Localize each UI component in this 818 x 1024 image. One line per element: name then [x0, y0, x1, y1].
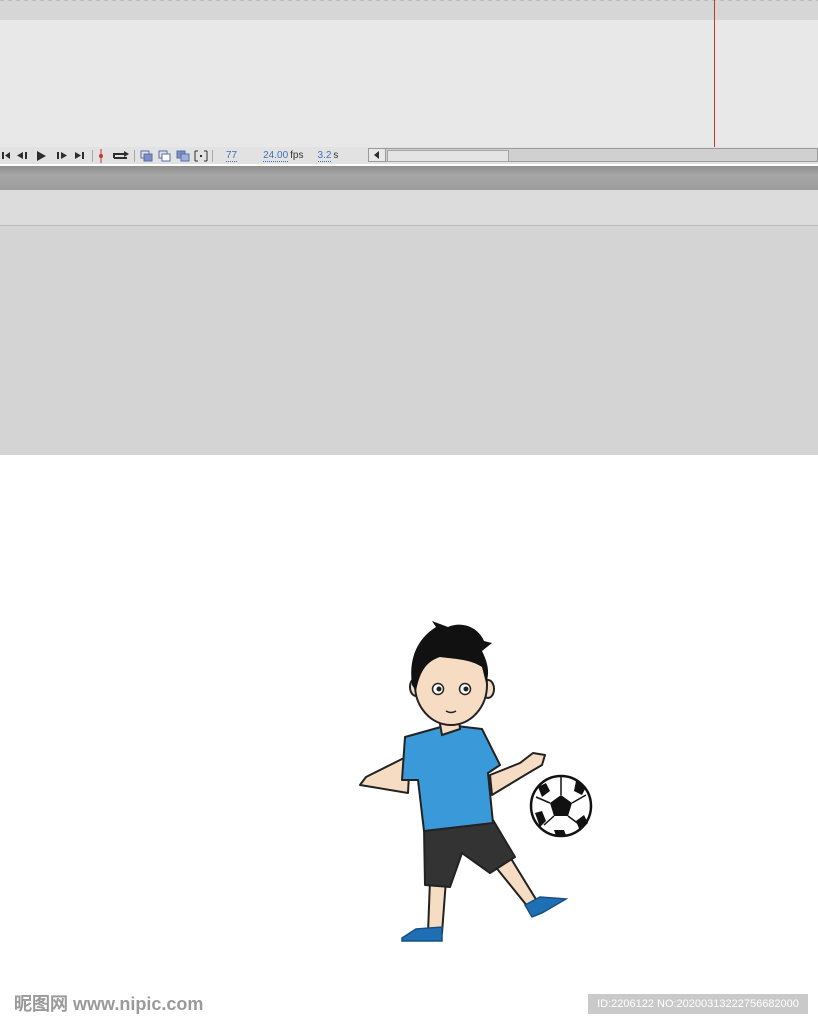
boy-kicking-soccer-ball-illustration	[359, 621, 593, 942]
step-forward-icon[interactable]	[56, 149, 68, 163]
shirt	[401, 724, 501, 832]
panel-divider[interactable]	[0, 166, 818, 190]
go-to-last-icon[interactable]	[74, 149, 86, 163]
separator	[92, 149, 93, 162]
scrollbar-thumb[interactable]	[387, 150, 509, 162]
frame-rate-value[interactable]: 24.00	[263, 150, 289, 162]
current-frame-value[interactable]: 77	[226, 150, 238, 162]
timeline-horizontal-scrollbar[interactable]	[368, 148, 818, 162]
edit-multiple-frames-icon[interactable]	[176, 149, 190, 163]
timeline-header	[0, 0, 818, 21]
step-back-icon[interactable]	[16, 149, 28, 163]
center-frame-icon[interactable]	[98, 148, 104, 163]
separator	[212, 149, 213, 162]
timeline-frames-area[interactable]	[0, 20, 818, 147]
properties-panel-body	[0, 226, 818, 455]
properties-panel-header	[0, 190, 818, 226]
scroll-left-arrow-icon[interactable]	[369, 149, 386, 161]
elapsed-time-value[interactable]: 3.2	[317, 150, 332, 162]
left-shoe	[401, 926, 443, 942]
frame-rate-unit: fps	[290, 150, 304, 161]
watermark-left: 昵图网 www.nipic.com	[14, 994, 204, 1014]
play-icon[interactable]	[36, 149, 46, 163]
elapsed-time-unit: s	[333, 150, 339, 161]
soccer-ball	[529, 774, 593, 838]
playhead[interactable]	[714, 0, 715, 147]
rewind-to-first-icon[interactable]	[2, 149, 10, 163]
loop-icon[interactable]	[112, 149, 130, 163]
onion-skin-outlines-icon[interactable]	[158, 149, 172, 163]
separator	[134, 149, 135, 162]
onion-skin-icon[interactable]	[140, 149, 154, 163]
modify-markers-icon[interactable]	[194, 149, 208, 163]
watermark-right: ID:2206122 NO:20200313222756682000	[588, 994, 808, 1014]
